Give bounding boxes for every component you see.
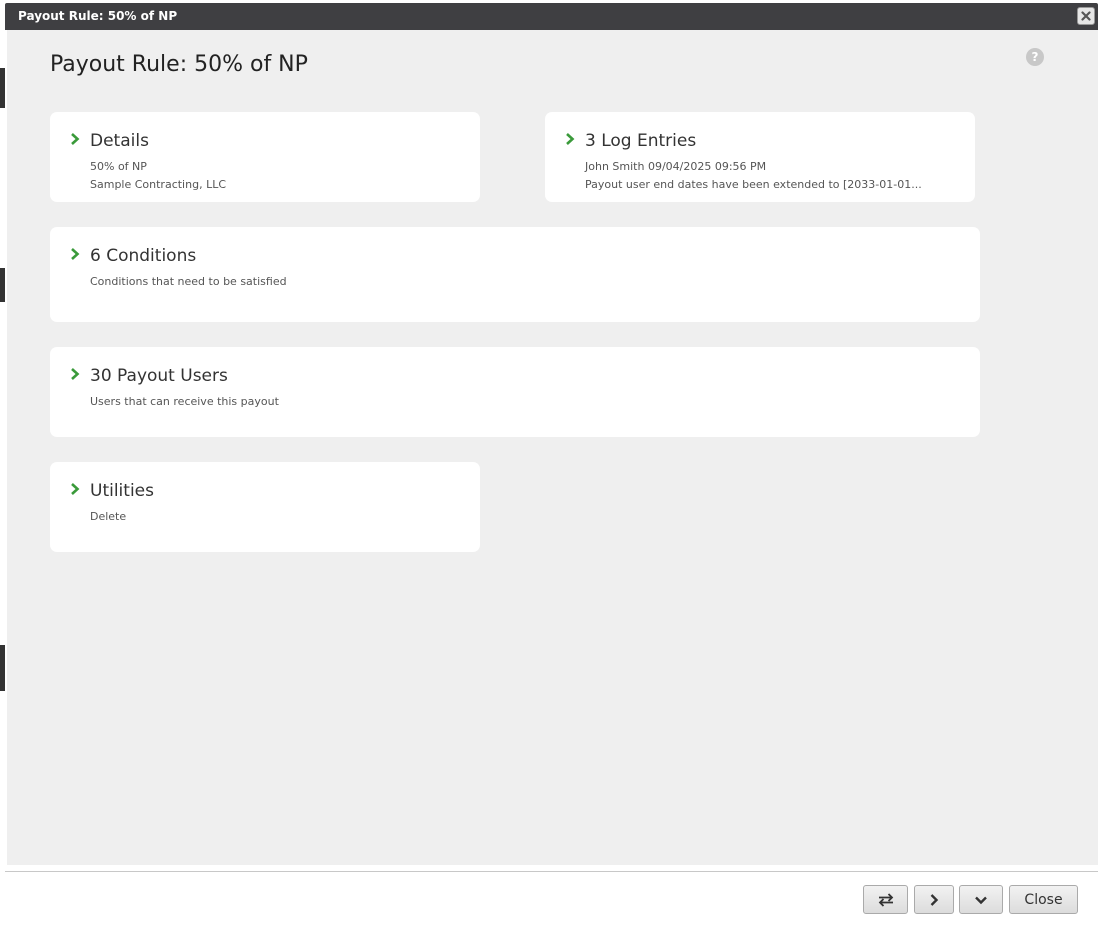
conditions-title: 6 Conditions xyxy=(90,246,197,266)
payout-users-title: 30 Payout Users xyxy=(90,366,228,386)
dialog-close-button[interactable] xyxy=(1077,7,1095,25)
payout-users-card[interactable]: 30 Payout Users Users that can receive t… xyxy=(50,347,980,437)
expand-button[interactable] xyxy=(959,885,1003,914)
details-rule-name: 50% of NP xyxy=(90,160,147,173)
utilities-card[interactable]: Utilities Delete xyxy=(50,462,480,552)
swap-button[interactable] xyxy=(863,885,908,914)
dialog-title: Payout Rule: 50% of NP xyxy=(18,9,178,23)
details-card[interactable]: Details 50% of NP Sample Contracting, LL… xyxy=(50,112,480,202)
chevron-right-icon xyxy=(71,133,80,145)
swap-icon xyxy=(878,892,893,907)
page-title: Payout Rule: 50% of NP xyxy=(50,52,308,77)
conditions-description: Conditions that need to be satisfied xyxy=(90,275,287,288)
dialog-titlebar: Payout Rule: 50% of NP xyxy=(5,3,1098,30)
close-icon xyxy=(1081,11,1091,21)
chevron-down-icon xyxy=(975,896,987,904)
chevron-right-icon xyxy=(930,893,939,906)
payout-rule-dialog: Payout Rule: 50% of NP Payout Rule: 50% … xyxy=(5,3,1098,930)
next-button[interactable] xyxy=(914,885,954,914)
chevron-right-icon xyxy=(566,133,575,145)
details-title: Details xyxy=(90,131,149,151)
footer-divider xyxy=(5,871,1098,872)
chevron-right-icon xyxy=(71,483,80,495)
log-entries-card[interactable]: 3 Log Entries John Smith 09/04/2025 09:5… xyxy=(545,112,975,202)
dialog-content: Payout Rule: 50% of NP ? Details 50% of … xyxy=(7,30,1098,865)
close-button-label: Close xyxy=(1024,891,1063,908)
close-button[interactable]: Close xyxy=(1009,885,1078,914)
chevron-right-icon xyxy=(71,248,80,260)
log-entry-message: Payout user end dates have been extended… xyxy=(585,178,922,191)
utilities-delete: Delete xyxy=(90,510,127,523)
payout-users-description: Users that can receive this payout xyxy=(90,395,279,408)
log-entry-author-date: John Smith 09/04/2025 09:56 PM xyxy=(585,160,767,173)
conditions-card[interactable]: 6 Conditions Conditions that need to be … xyxy=(50,227,980,322)
help-icon[interactable]: ? xyxy=(1026,48,1044,66)
utilities-title: Utilities xyxy=(90,481,154,501)
chevron-right-icon xyxy=(71,368,80,380)
details-company: Sample Contracting, LLC xyxy=(90,178,227,191)
log-entries-title: 3 Log Entries xyxy=(585,131,697,151)
